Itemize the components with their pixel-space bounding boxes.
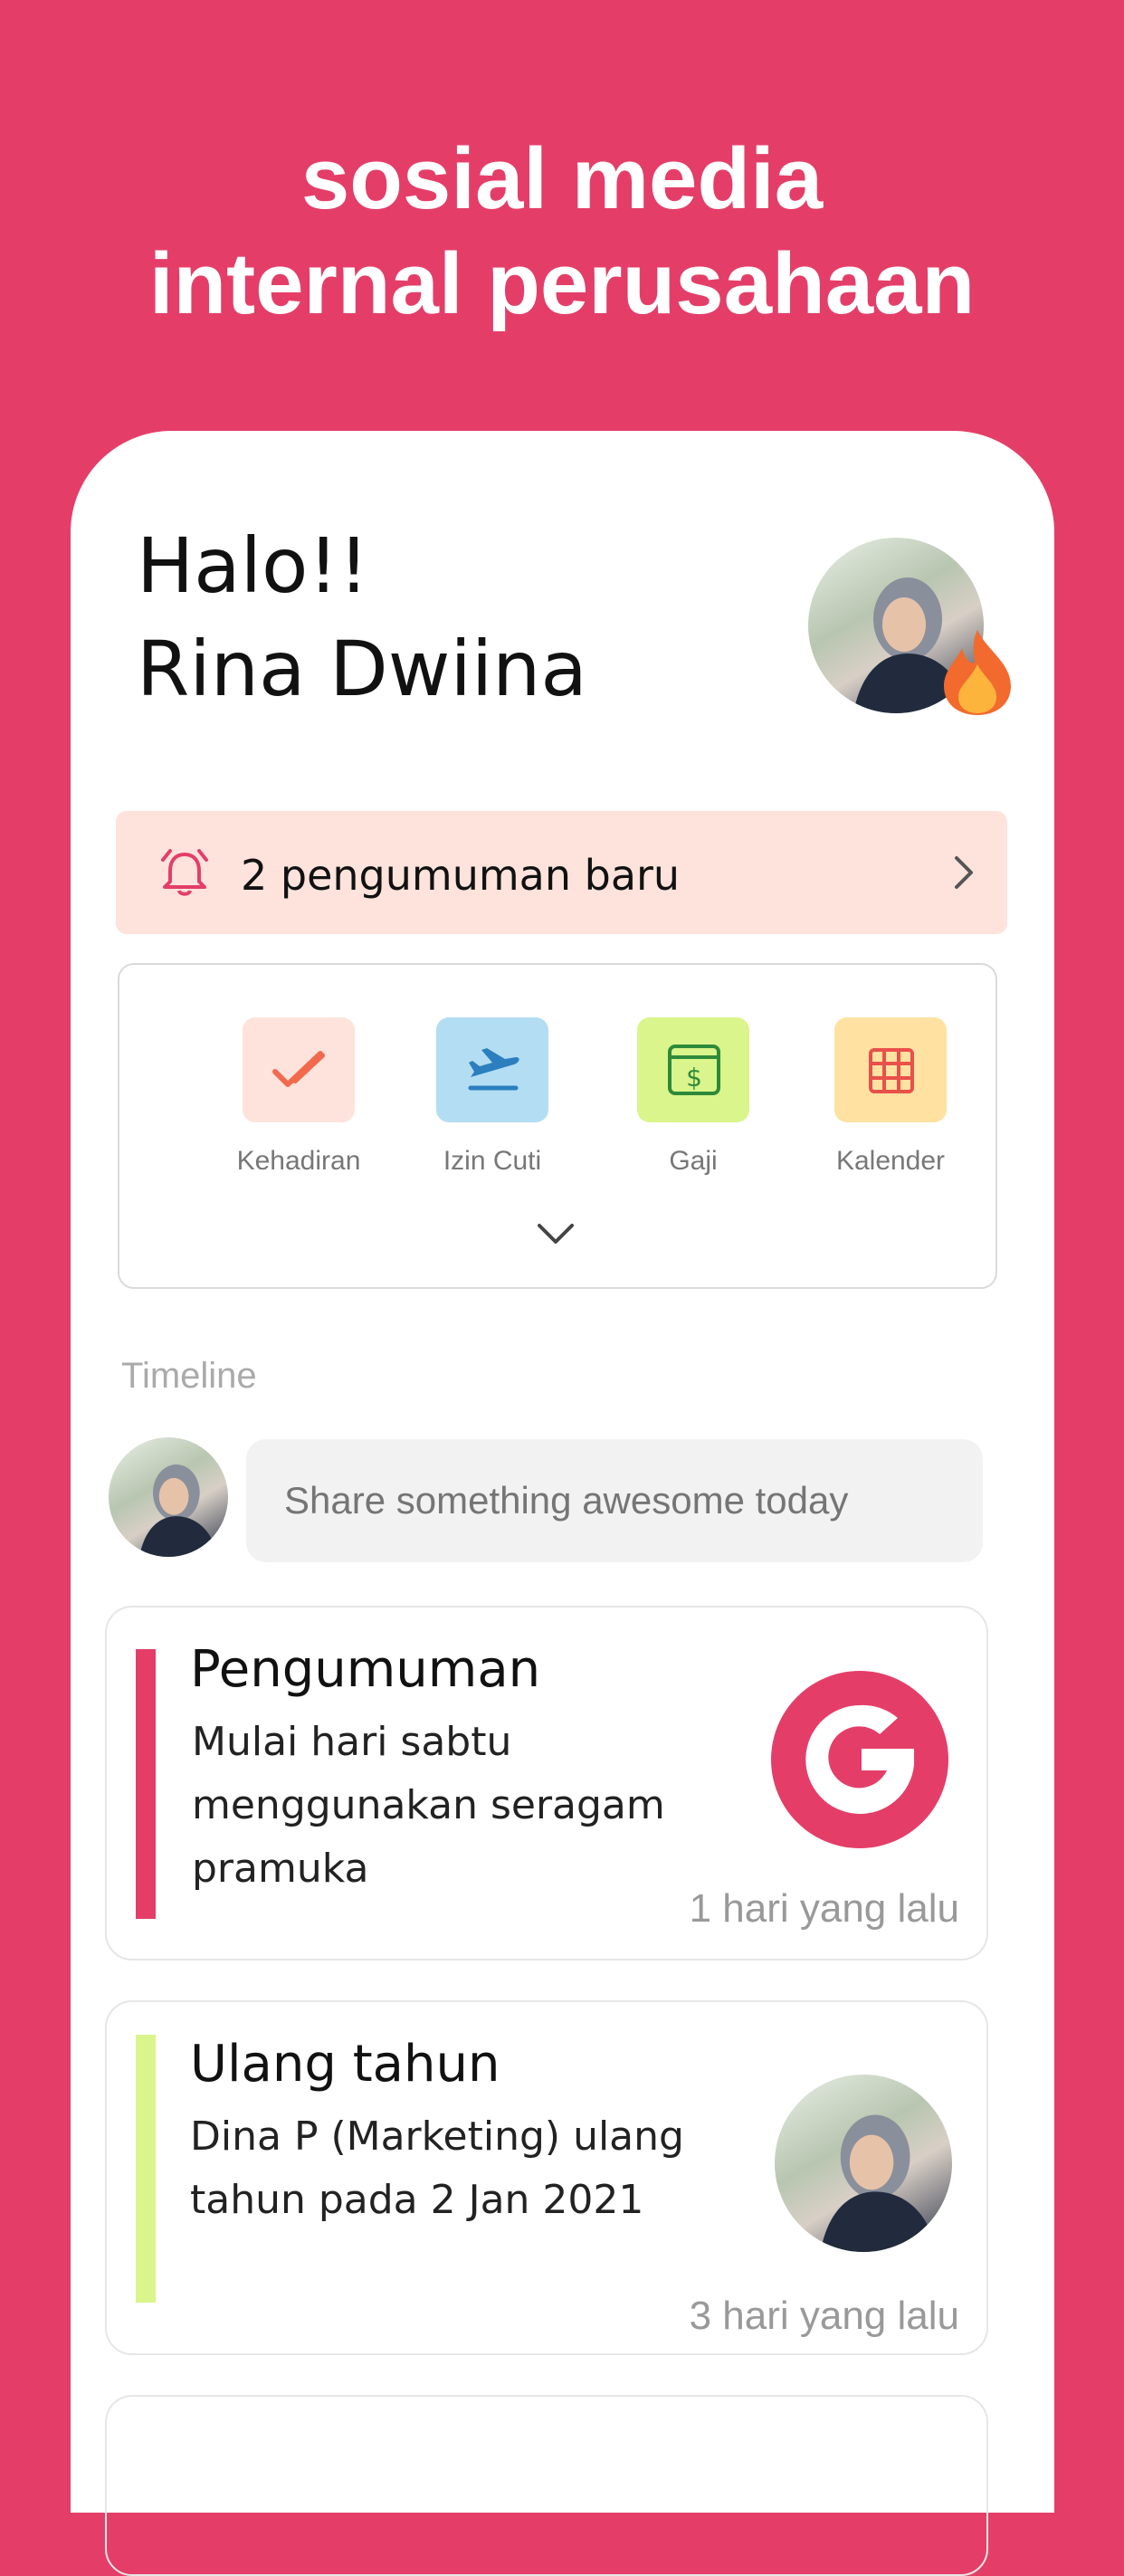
menu-label-kalender: Kalender [835, 1146, 946, 1176]
birthday-avatar-photo [775, 2075, 952, 2252]
greeting-hello: Halo!! [137, 521, 369, 610]
post-card-partial[interactable] [105, 2395, 988, 2576]
menu-label-izin-cuti: Izin Cuti [443, 1146, 542, 1176]
phone-screen: Halo!! Rina Dwiina 2 pengumuman baru Keh… [71, 431, 1054, 2576]
post-card-birthday[interactable]: Ulang tahun Dina P (Marketing) ulang tah… [105, 2000, 988, 2355]
birthday-person-avatar [775, 2075, 952, 2252]
promo-headline: sosial media internal perusahaan [0, 127, 1124, 337]
calendar-grid-icon [869, 1048, 914, 1093]
kehadiran-tile [243, 1017, 355, 1122]
chevron-right-icon [955, 856, 973, 889]
headline-line-1: sosial media [300, 130, 824, 227]
gaji-tile: $ [637, 1017, 749, 1122]
post-accent-bar [136, 2035, 156, 2303]
post-timestamp: 3 hari yang lalu [689, 2294, 959, 2338]
post-body: Mulai hari sabtu menggunakan seragam pra… [192, 1719, 665, 1892]
post-title: Pengumuman [190, 1640, 541, 1699]
quick-menu: Kehadiran Izin Cuti $ Gaji Kalender [118, 963, 997, 1289]
post-body: Dina P (Marketing) ulang tahun pada 2 Ja… [190, 2113, 684, 2223]
menu-label-gaji: Gaji [669, 1146, 718, 1176]
post-title: Ulang tahun [190, 2035, 500, 2094]
fire-streak-icon [944, 630, 1011, 715]
menu-item-kalender[interactable]: Kalender [800, 1017, 981, 1177]
timeline-heading: Timeline [121, 1356, 257, 1396]
menu-label-kehadiran: Kehadiran [236, 1146, 361, 1176]
person-silhouette-icon [820, 2114, 936, 2252]
menu-item-izin-cuti[interactable]: Izin Cuti [402, 1017, 583, 1177]
greeting-user-name: Rina Dwiina [137, 625, 587, 713]
plane-departure-icon [468, 1048, 519, 1091]
headline-line-2: internal perusahaan [148, 235, 976, 332]
announcement-banner[interactable]: 2 pengumuman baru [116, 811, 1007, 934]
izin-cuti-tile [436, 1017, 548, 1122]
share-post-input[interactable] [246, 1439, 983, 1562]
alarm-bell-icon [161, 849, 208, 896]
company-logo-icon [771, 1671, 948, 1848]
chevron-down-icon[interactable] [536, 1220, 576, 1247]
post-accent-bar [136, 1649, 156, 1919]
greeting: Halo!! Rina Dwiina [137, 514, 587, 720]
check-icon [272, 1051, 325, 1087]
person-silhouette-icon [139, 1464, 217, 1557]
post-card-announcement[interactable]: Pengumuman Mulai hari sabtu menggunakan … [105, 1606, 988, 1961]
composer-avatar [109, 1437, 228, 1557]
menu-item-kehadiran[interactable]: Kehadiran [208, 1017, 389, 1177]
profile-avatar[interactable] [808, 538, 1011, 715]
announcement-label: 2 pengumuman baru [241, 851, 681, 900]
svg-text:$: $ [686, 1063, 702, 1092]
menu-item-gaji[interactable]: $ Gaji [603, 1017, 784, 1177]
post-timestamp: 1 hari yang lalu [689, 1886, 959, 1931]
kalender-tile [834, 1017, 947, 1122]
salary-icon: $ [668, 1045, 720, 1095]
composer-avatar-photo [109, 1437, 228, 1557]
